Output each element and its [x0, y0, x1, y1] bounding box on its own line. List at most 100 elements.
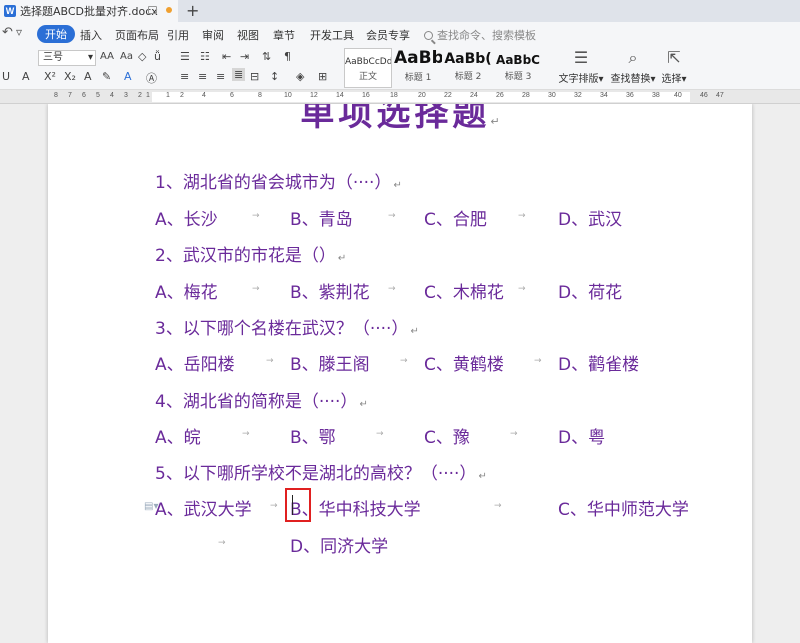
increase-indent-icon[interactable]: ⇥	[240, 50, 249, 63]
find-replace-label: 查找替换	[610, 74, 651, 85]
menu-tab-references[interactable]: 引用	[167, 27, 189, 43]
document-page[interactable]: 单项选择题↵ 1、湖北省的省会城市为（····） ↵ A、长沙 B、青岛 C、合肥…	[48, 104, 752, 643]
phonetic-icon[interactable]: ǚ	[154, 50, 161, 63]
question-1: 1、湖北省的省会城市为（····） ↵	[155, 168, 402, 193]
tab-mark-icon: →	[252, 211, 260, 221]
paragraph-mark: ↵	[410, 326, 419, 337]
document-canvas[interactable]: 单项选择题↵ 1、湖北省的省会城市为（····） ↵ A、长沙 B、青岛 C、合肥…	[0, 104, 800, 643]
decrease-indent-icon[interactable]: ⇤	[222, 50, 231, 63]
question-4-text: 4、湖北省的简称是（····）	[155, 392, 358, 412]
bullet-list-icon[interactable]: ☰	[180, 50, 190, 63]
question-3-text: 3、以下哪个名楼在武汉？（····）	[155, 319, 409, 339]
align-right-icon[interactable]: ≡	[216, 70, 225, 83]
show-marks-icon[interactable]: ¶	[284, 50, 291, 63]
ruler-number: 40	[674, 92, 682, 99]
question-2-option-a: A、梅花	[155, 283, 218, 303]
writer-doc-icon: W	[4, 5, 16, 17]
style-normal[interactable]: AaBbCcDd 正文	[344, 48, 392, 88]
paragraph-mark: ↵	[393, 180, 402, 191]
align-left-icon[interactable]: ≡	[180, 70, 189, 83]
ruler-number: 2	[138, 92, 142, 99]
shading-icon[interactable]: ◈	[296, 70, 304, 83]
strikethrough-icon[interactable]: A	[22, 70, 30, 83]
window-mode-icon[interactable]	[148, 6, 157, 14]
ruler-number: 6	[230, 92, 234, 99]
find-icon: ⌕	[628, 48, 638, 67]
menu-tab-review[interactable]: 审阅	[202, 27, 224, 43]
ruler-number: 14	[336, 92, 344, 99]
menu-tab-page-layout[interactable]: 页面布局	[115, 27, 159, 43]
char-border-icon[interactable]: Ⓐ	[146, 70, 157, 86]
align-center-icon[interactable]: ≡	[198, 70, 207, 83]
question-2-option-c: C、木棉花	[424, 283, 504, 303]
tab-mark-icon: →	[218, 538, 226, 548]
question-2-option-b: B、紫荆花	[290, 283, 370, 303]
superscript-icon[interactable]: X²	[44, 70, 56, 83]
ruler-number: 20	[418, 92, 426, 99]
command-search[interactable]: 查找命令、搜索模板	[424, 27, 536, 43]
question-5: 5、以下哪所学校不是湖北的高校？（····） ↵	[155, 459, 487, 484]
question-4-option-b: B、鄂	[290, 428, 336, 448]
document-tab[interactable]: W 选择题ABCD批量对齐.docx	[0, 0, 178, 22]
ruler-number: 28	[522, 92, 530, 99]
new-tab-button[interactable]: +	[186, 1, 199, 20]
undo-icon[interactable]: ↶	[2, 25, 13, 40]
tab-mark-icon: →	[242, 429, 250, 439]
ruler-number: 26	[496, 92, 504, 99]
select-label: 选择	[661, 74, 682, 85]
menu-tab-home[interactable]: 开始	[37, 25, 75, 43]
borders-icon[interactable]: ⊞	[318, 70, 327, 83]
question-4: 4、湖北省的简称是（····） ↵	[155, 387, 368, 412]
tab-mark-icon: →	[270, 501, 278, 511]
quick-access-dropdown-icon[interactable]: ▿	[16, 25, 22, 39]
subscript-icon[interactable]: X₂	[64, 70, 76, 83]
style-heading-1-sample: AaBb	[394, 48, 442, 68]
text-layout-button[interactable]: ☰ 文字排版▾	[556, 48, 606, 85]
clear-format-icon[interactable]: ◇	[138, 50, 146, 63]
search-icon	[424, 30, 433, 40]
paragraph-mark: ↵	[478, 471, 487, 482]
document-title-text: 单项选择题	[300, 104, 491, 134]
line-spacing-icon[interactable]: ↕	[270, 70, 279, 83]
ruler-number: 8	[54, 92, 58, 99]
style-heading-3[interactable]: AaBbC 标题 3	[494, 48, 542, 88]
highlight-icon[interactable]: ✎	[102, 70, 111, 83]
ruler-number: 10	[284, 92, 292, 99]
underline-icon[interactable]: U	[2, 70, 10, 83]
numbered-list-icon[interactable]: ☷	[200, 50, 210, 63]
menu-tab-insert[interactable]: 插入	[80, 27, 102, 43]
tab-mark-icon: →	[494, 501, 502, 511]
sort-icon[interactable]: ⇅	[262, 50, 271, 63]
justify-icon[interactable]: ≣	[232, 68, 246, 81]
font-size-value: 三号	[43, 52, 63, 63]
ruler-number: 22	[444, 92, 452, 99]
question-2: 2、武汉市的市花是（） ↵	[155, 241, 346, 266]
cursor-highlight-box	[285, 488, 311, 522]
distributed-icon[interactable]: ⊟	[250, 70, 259, 83]
question-1-text: 1、湖北省的省会城市为（····）	[155, 173, 392, 193]
tab-mark-icon: →	[510, 429, 518, 439]
title-bar: W 选择题ABCD批量对齐.docx +	[0, 0, 800, 22]
question-1-option-a: A、长沙	[155, 210, 218, 230]
question-5-text: 5、以下哪所学校不是湖北的高校？（····）	[155, 464, 477, 484]
tab-mark-icon: →	[388, 211, 396, 221]
ribbon-toolbar: 三号 ▾ AA Aa ◇ ǚ U A X² X₂ A ✎ A Ⓐ ☰ ☷ ⇤ ⇥…	[0, 46, 800, 90]
ruler-number: 4	[202, 92, 206, 99]
ruler-number: 38	[652, 92, 660, 99]
grow-font-icon[interactable]: AA	[100, 51, 114, 62]
menu-tab-chapter[interactable]: 章节	[273, 27, 295, 43]
text-layout-label: 文字排版	[558, 74, 599, 85]
tab-mark-icon: →	[518, 211, 526, 221]
shrink-font-icon[interactable]: Aa	[120, 51, 133, 62]
menu-tab-view[interactable]: 视图	[237, 27, 259, 43]
find-replace-button[interactable]: ⌕ 查找替换▾	[608, 48, 658, 85]
select-button[interactable]: ⇱ 选择▾	[656, 48, 692, 85]
text-effect-icon[interactable]: A	[84, 70, 92, 83]
font-size-select[interactable]: 三号 ▾	[38, 50, 96, 66]
menu-tab-member[interactable]: 会员专享	[366, 27, 410, 43]
menu-tab-developer[interactable]: 开发工具	[310, 27, 354, 43]
style-heading-2[interactable]: AaBb( 标题 2	[444, 48, 492, 88]
font-color-icon[interactable]: A	[124, 70, 132, 83]
horizontal-ruler[interactable]: 8 7 6 5 4 3 2 1 1 2 4 6 8 10 12 14 16 18…	[0, 90, 800, 104]
style-heading-1[interactable]: AaBb 标题 1	[394, 48, 442, 88]
